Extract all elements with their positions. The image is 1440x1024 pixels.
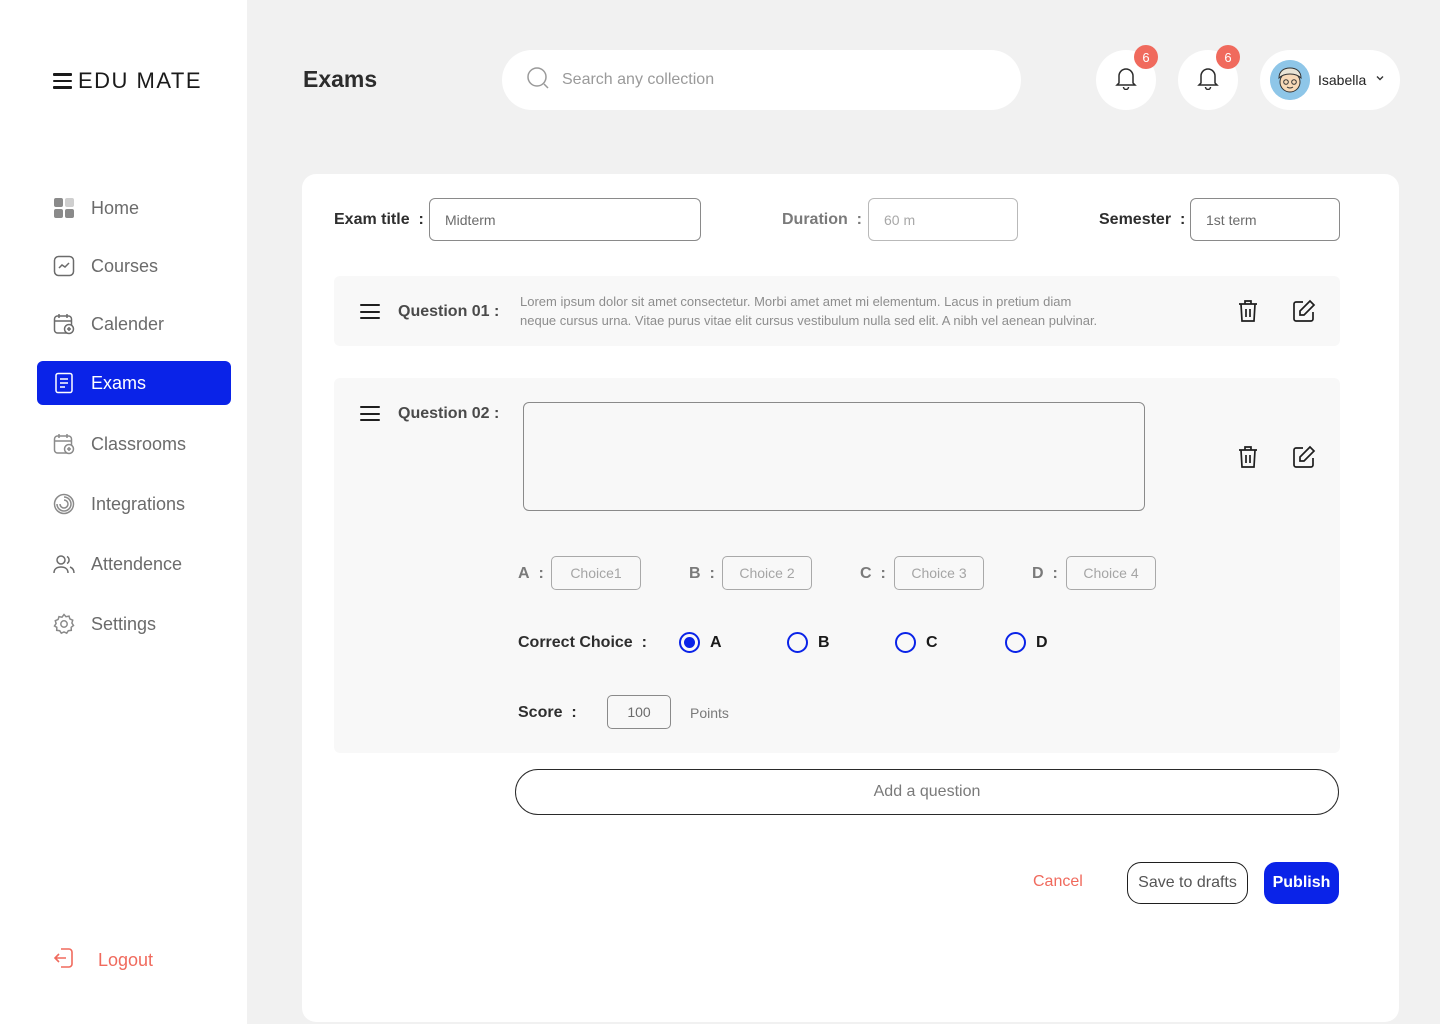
edit-icon[interactable]: [1290, 443, 1318, 471]
search-icon: [526, 66, 550, 95]
users-icon: [53, 553, 75, 575]
sidebar-item-home[interactable]: Home: [37, 186, 231, 230]
search-input[interactable]: [562, 71, 982, 89]
radio-button[interactable]: [895, 632, 916, 653]
save-to-drafts-button[interactable]: Save to drafts: [1127, 862, 1248, 904]
sidebar-item-settings[interactable]: Settings: [37, 602, 231, 646]
sidebar-item-classrooms[interactable]: Classrooms: [37, 422, 231, 466]
sidebar-item-exams[interactable]: Exams: [37, 361, 231, 405]
radio-option-b[interactable]: B: [787, 632, 830, 653]
semester-field[interactable]: 1st term: [1190, 198, 1340, 241]
choice-d-label: D :: [1032, 565, 1058, 582]
radio-button-checked[interactable]: [679, 632, 700, 653]
logout-button[interactable]: Logout: [52, 946, 153, 975]
exam-title-field[interactable]: Midterm: [429, 198, 701, 241]
question-card-1: Question 01 : Lorem ipsum dolor sit amet…: [334, 276, 1340, 346]
spiral-icon: [53, 493, 75, 515]
document-icon: [53, 372, 75, 394]
exam-title-label: Exam title :: [334, 211, 424, 228]
calendar-icon: [53, 313, 75, 335]
edit-icon[interactable]: [1290, 297, 1318, 325]
notification-badge: 6: [1216, 45, 1240, 69]
sidebar-item-courses[interactable]: Courses: [37, 244, 231, 288]
radio-option-d[interactable]: D: [1005, 632, 1048, 653]
semester-label: Semester :: [1099, 211, 1186, 228]
sidebar-item-label: Courses: [91, 255, 159, 276]
notification-badge: 6: [1134, 45, 1158, 69]
question-textarea[interactable]: [523, 402, 1145, 511]
duration-field[interactable]: 60 m: [868, 198, 1018, 241]
menu-icon[interactable]: [53, 73, 72, 89]
question-label: Question 02 :: [398, 405, 500, 422]
search-bar[interactable]: [502, 50, 1021, 110]
bell-icon: [1115, 66, 1137, 95]
page-title: Exams: [303, 66, 378, 92]
cancel-button[interactable]: Cancel: [1033, 873, 1083, 891]
publish-button[interactable]: Publish: [1264, 862, 1339, 904]
notification-button[interactable]: 6: [1096, 45, 1158, 110]
brand-name: EDU MATE: [78, 68, 203, 93]
grid-icon: [53, 197, 75, 219]
user-menu[interactable]: Isabella: [1260, 50, 1400, 110]
chart-icon: [53, 255, 75, 277]
choice-c-input[interactable]: Choice 3: [894, 556, 984, 590]
calendar-add-icon: [53, 433, 75, 455]
radio-option-a[interactable]: A: [679, 632, 722, 653]
score-label: Score :: [518, 704, 577, 721]
user-name: Isabella: [1318, 72, 1367, 88]
choice-b-label: B :: [689, 565, 715, 582]
logout-label: Logout: [98, 950, 154, 970]
question-label: Question 01 :: [398, 303, 500, 320]
avatar: [1270, 60, 1310, 100]
exam-form-card: Exam title : Midterm Duration : 60 m Sem…: [302, 174, 1399, 1022]
duration-label: Duration :: [782, 211, 862, 228]
logout-icon: [52, 946, 76, 975]
bell-icon: [1197, 66, 1219, 95]
choice-c-label: C :: [860, 565, 886, 582]
drag-handle-icon[interactable]: [360, 406, 380, 421]
sidebar-item-label: Exams: [91, 372, 147, 393]
brand-logo[interactable]: EDU MATE: [53, 68, 202, 94]
sidebar-item-attendence[interactable]: Attendence: [37, 542, 231, 586]
correct-choice-label: Correct Choice :: [518, 634, 647, 651]
sidebar-item-label: Settings: [91, 613, 157, 634]
choice-d-input[interactable]: Choice 4: [1066, 556, 1156, 590]
question-card-2: Question 02 : A : Choice1 B : Choice 2 C…: [334, 378, 1340, 753]
sidebar-item-label: Attendence: [91, 553, 183, 574]
notification-button-2[interactable]: 6: [1178, 45, 1240, 110]
sidebar-item-label: Calender: [91, 313, 165, 334]
gear-icon: [53, 613, 75, 635]
choice-a-label: A :: [518, 565, 544, 582]
sidebar: EDU MATE Home Courses Calender Exams Cla…: [0, 0, 247, 1024]
trash-icon[interactable]: [1234, 297, 1262, 325]
score-input[interactable]: 100: [607, 695, 671, 729]
radio-button[interactable]: [787, 632, 808, 653]
sidebar-item-label: Home: [91, 197, 140, 218]
question-text: Lorem ipsum dolor sit amet consectetur. …: [520, 294, 1098, 328]
drag-handle-icon[interactable]: [360, 304, 380, 319]
score-unit: Points: [690, 705, 729, 721]
trash-icon[interactable]: [1234, 443, 1262, 471]
choice-a-input[interactable]: Choice1: [551, 556, 641, 590]
add-question-button[interactable]: Add a question: [515, 769, 1339, 815]
sidebar-item-label: Integrations: [91, 493, 186, 514]
radio-button[interactable]: [1005, 632, 1026, 653]
radio-option-c[interactable]: C: [895, 632, 938, 653]
choice-b-input[interactable]: Choice 2: [722, 556, 812, 590]
sidebar-item-calender[interactable]: Calender: [37, 302, 231, 346]
sidebar-item-label: Classrooms: [91, 433, 187, 454]
chevron-down-icon: [1374, 71, 1386, 89]
sidebar-item-integrations[interactable]: Integrations: [37, 482, 231, 526]
